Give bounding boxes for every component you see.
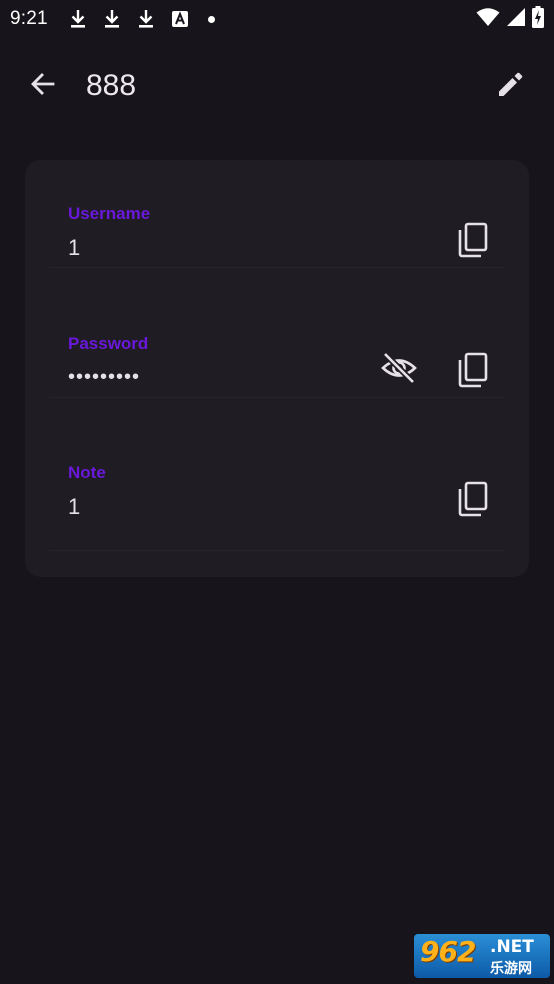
site-watermark: 962 .NET 乐游网 — [414, 934, 550, 978]
app-bar: 888 — [0, 50, 554, 122]
wifi-icon — [476, 7, 500, 32]
back-button[interactable] — [17, 60, 69, 112]
copy-icon — [457, 222, 489, 263]
credential-card: Username 1 Password ••••••••• Note 1 — [25, 160, 529, 577]
username-field: Username 1 — [49, 160, 505, 268]
cell-signal-icon — [506, 7, 526, 32]
status-time: 9:21 — [10, 8, 48, 29]
copy-icon — [457, 481, 489, 522]
password-field: Password ••••••••• — [49, 290, 505, 398]
pencil-icon — [496, 69, 526, 104]
dot-icon — [207, 15, 215, 23]
battery-charging-icon — [532, 5, 544, 33]
username-value: 1 — [68, 235, 81, 260]
password-label: Password — [68, 334, 149, 353]
download-icon — [100, 7, 124, 31]
note-field: Note 1 — [49, 419, 505, 551]
toggle-password-visibility-button[interactable] — [375, 346, 423, 394]
watermark-suffix: .NET — [490, 937, 534, 957]
download-icon — [66, 7, 90, 31]
font-a-icon — [168, 7, 192, 31]
copy-username-button[interactable] — [449, 218, 497, 266]
copy-icon — [457, 352, 489, 393]
copy-note-button[interactable] — [449, 477, 497, 525]
copy-password-button[interactable] — [449, 348, 497, 396]
system-icons — [476, 5, 544, 33]
watermark-subtitle: 乐游网 — [490, 961, 532, 977]
arrow-left-icon — [29, 70, 57, 103]
status-bar: 9:21 — [0, 0, 554, 38]
download-icon — [134, 7, 158, 31]
username-label: Username — [68, 204, 151, 223]
edit-button[interactable] — [485, 60, 537, 112]
screen: 9:21 888 Username 1 Password ••••••••• N… — [0, 0, 554, 984]
page-title: 888 — [86, 69, 137, 102]
notification-icons — [66, 7, 215, 31]
eye-off-icon — [380, 351, 418, 389]
note-value: 1 — [68, 494, 81, 519]
note-label: Note — [68, 463, 106, 482]
password-value: ••••••••• — [68, 366, 141, 388]
watermark-number: 962 — [420, 935, 476, 968]
